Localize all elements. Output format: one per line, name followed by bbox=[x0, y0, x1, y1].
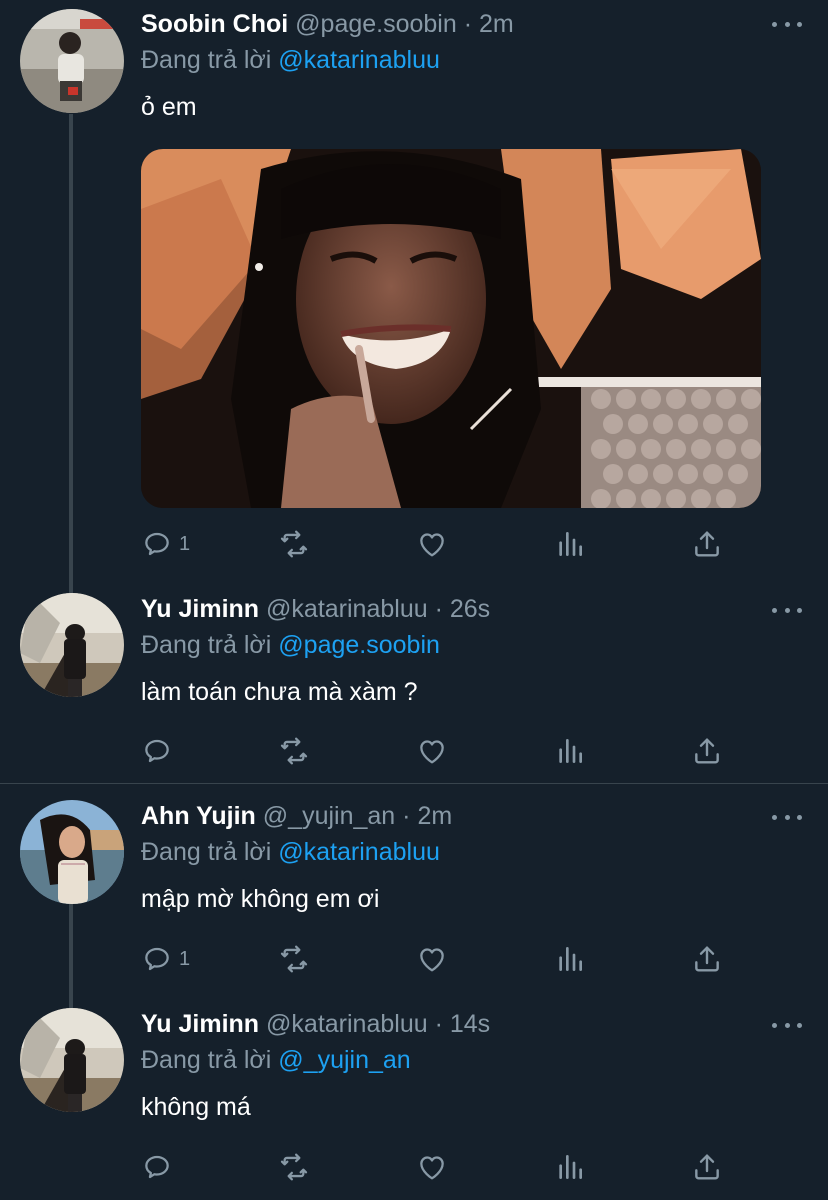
avatar[interactable] bbox=[20, 593, 124, 697]
reply-context: Đang trả lời @katarinabluu bbox=[141, 838, 440, 867]
analytics-button[interactable] bbox=[554, 1150, 586, 1184]
user-handle[interactable]: @_yujin_an bbox=[263, 802, 395, 830]
share-icon bbox=[691, 735, 723, 767]
retweet-icon bbox=[278, 735, 310, 767]
analytics-button[interactable] bbox=[554, 527, 586, 561]
reply-icon bbox=[141, 735, 173, 767]
tweet-actions: 1 bbox=[141, 527, 731, 561]
heart-icon bbox=[416, 528, 448, 560]
reply-button[interactable] bbox=[141, 734, 179, 768]
analytics-icon bbox=[554, 943, 586, 975]
reply-button[interactable]: 1 bbox=[141, 942, 190, 976]
tweet-header: Soobin Choi @page.soobin · 2m bbox=[141, 10, 514, 39]
avatar[interactable] bbox=[20, 1008, 124, 1112]
retweet-button[interactable] bbox=[278, 734, 310, 768]
separator-dot: · bbox=[434, 1010, 443, 1038]
analytics-button[interactable] bbox=[554, 734, 586, 768]
reply-prefix: Đang trả lời bbox=[141, 46, 272, 74]
like-button[interactable] bbox=[416, 942, 448, 976]
reply-icon bbox=[141, 528, 173, 560]
reply-prefix: Đang trả lời bbox=[141, 838, 272, 866]
tweet-header: Ahn Yujin @_yujin_an · 2m bbox=[141, 802, 452, 831]
tweet-media[interactable] bbox=[141, 149, 761, 508]
retweet-button[interactable] bbox=[278, 1150, 310, 1184]
reply-mention[interactable]: @page.soobin bbox=[278, 631, 440, 659]
reply-context: Đang trả lời @katarinabluu bbox=[141, 46, 440, 75]
share-button[interactable] bbox=[691, 527, 723, 561]
tweet-actions bbox=[141, 1150, 731, 1184]
retweet-icon bbox=[278, 528, 310, 560]
tweet-header: Yu Jiminn @katarinabluu · 26s bbox=[141, 595, 490, 624]
display-name[interactable]: Ahn Yujin bbox=[141, 802, 256, 830]
heart-icon bbox=[416, 735, 448, 767]
reply-prefix: Đang trả lời bbox=[141, 631, 272, 659]
tweet-header: Yu Jiminn @katarinabluu · 14s bbox=[141, 1010, 490, 1039]
thread-line bbox=[69, 904, 73, 1008]
avatar[interactable] bbox=[20, 800, 124, 904]
reply-count: 1 bbox=[179, 532, 191, 555]
tweet-actions bbox=[141, 734, 731, 768]
retweet-button[interactable] bbox=[278, 527, 310, 561]
tweet-text: mập mờ không em ơi bbox=[141, 885, 380, 913]
tweet-text: không má bbox=[141, 1093, 251, 1121]
reply-icon bbox=[141, 943, 173, 975]
timestamp[interactable]: 2m bbox=[479, 10, 514, 38]
heart-icon bbox=[416, 943, 448, 975]
reply-prefix: Đang trả lời bbox=[141, 1046, 272, 1074]
separator-dot: · bbox=[463, 10, 473, 38]
share-icon bbox=[691, 528, 723, 560]
analytics-button[interactable] bbox=[554, 942, 586, 976]
reply-mention[interactable]: @katarinabluu bbox=[278, 838, 440, 866]
separator-dot: · bbox=[402, 802, 411, 830]
tweet-text: làm toán chưa mà xàm ? bbox=[141, 678, 418, 706]
retweet-icon bbox=[278, 943, 310, 975]
tweet-text: ỏ em bbox=[141, 93, 197, 121]
share-button[interactable] bbox=[691, 734, 723, 768]
like-button[interactable] bbox=[416, 527, 448, 561]
tweet-actions: 1 bbox=[141, 942, 731, 976]
like-button[interactable] bbox=[416, 734, 448, 768]
reply-mention[interactable]: @katarinabluu bbox=[278, 46, 440, 74]
share-button[interactable] bbox=[691, 942, 723, 976]
separator-dot: · bbox=[434, 595, 443, 623]
timestamp[interactable]: 26s bbox=[450, 595, 490, 623]
reply-mention[interactable]: @_yujin_an bbox=[278, 1046, 410, 1074]
thread-line bbox=[69, 114, 73, 593]
display-name[interactable]: Soobin Choi bbox=[141, 10, 288, 38]
heart-icon bbox=[416, 1151, 448, 1183]
timestamp[interactable]: 2m bbox=[417, 802, 452, 830]
reply-icon bbox=[141, 1151, 173, 1183]
user-handle[interactable]: @katarinabluu bbox=[266, 1010, 428, 1038]
timestamp[interactable]: 14s bbox=[450, 1010, 490, 1038]
divider bbox=[0, 783, 828, 784]
analytics-icon bbox=[554, 735, 586, 767]
reply-context: Đang trả lời @_yujin_an bbox=[141, 1046, 411, 1075]
more-icon[interactable] bbox=[772, 1019, 802, 1031]
avatar[interactable] bbox=[20, 9, 124, 113]
analytics-icon bbox=[554, 1151, 586, 1183]
user-handle[interactable]: @page.soobin bbox=[295, 10, 457, 38]
reply-button[interactable] bbox=[141, 1150, 179, 1184]
display-name[interactable]: Yu Jiminn bbox=[141, 1010, 259, 1038]
like-button[interactable] bbox=[416, 1150, 448, 1184]
retweet-button[interactable] bbox=[278, 942, 310, 976]
analytics-icon bbox=[554, 528, 586, 560]
display-name[interactable]: Yu Jiminn bbox=[141, 595, 259, 623]
more-icon[interactable] bbox=[772, 604, 802, 616]
retweet-icon bbox=[278, 1151, 310, 1183]
reply-count: 1 bbox=[179, 947, 191, 970]
reply-context: Đang trả lời @page.soobin bbox=[141, 631, 440, 660]
share-button[interactable] bbox=[691, 1150, 723, 1184]
more-icon[interactable] bbox=[772, 18, 802, 30]
user-handle[interactable]: @katarinabluu bbox=[266, 595, 428, 623]
more-icon[interactable] bbox=[772, 811, 802, 823]
share-icon bbox=[691, 1151, 723, 1183]
reply-button[interactable]: 1 bbox=[141, 527, 190, 561]
share-icon bbox=[691, 943, 723, 975]
